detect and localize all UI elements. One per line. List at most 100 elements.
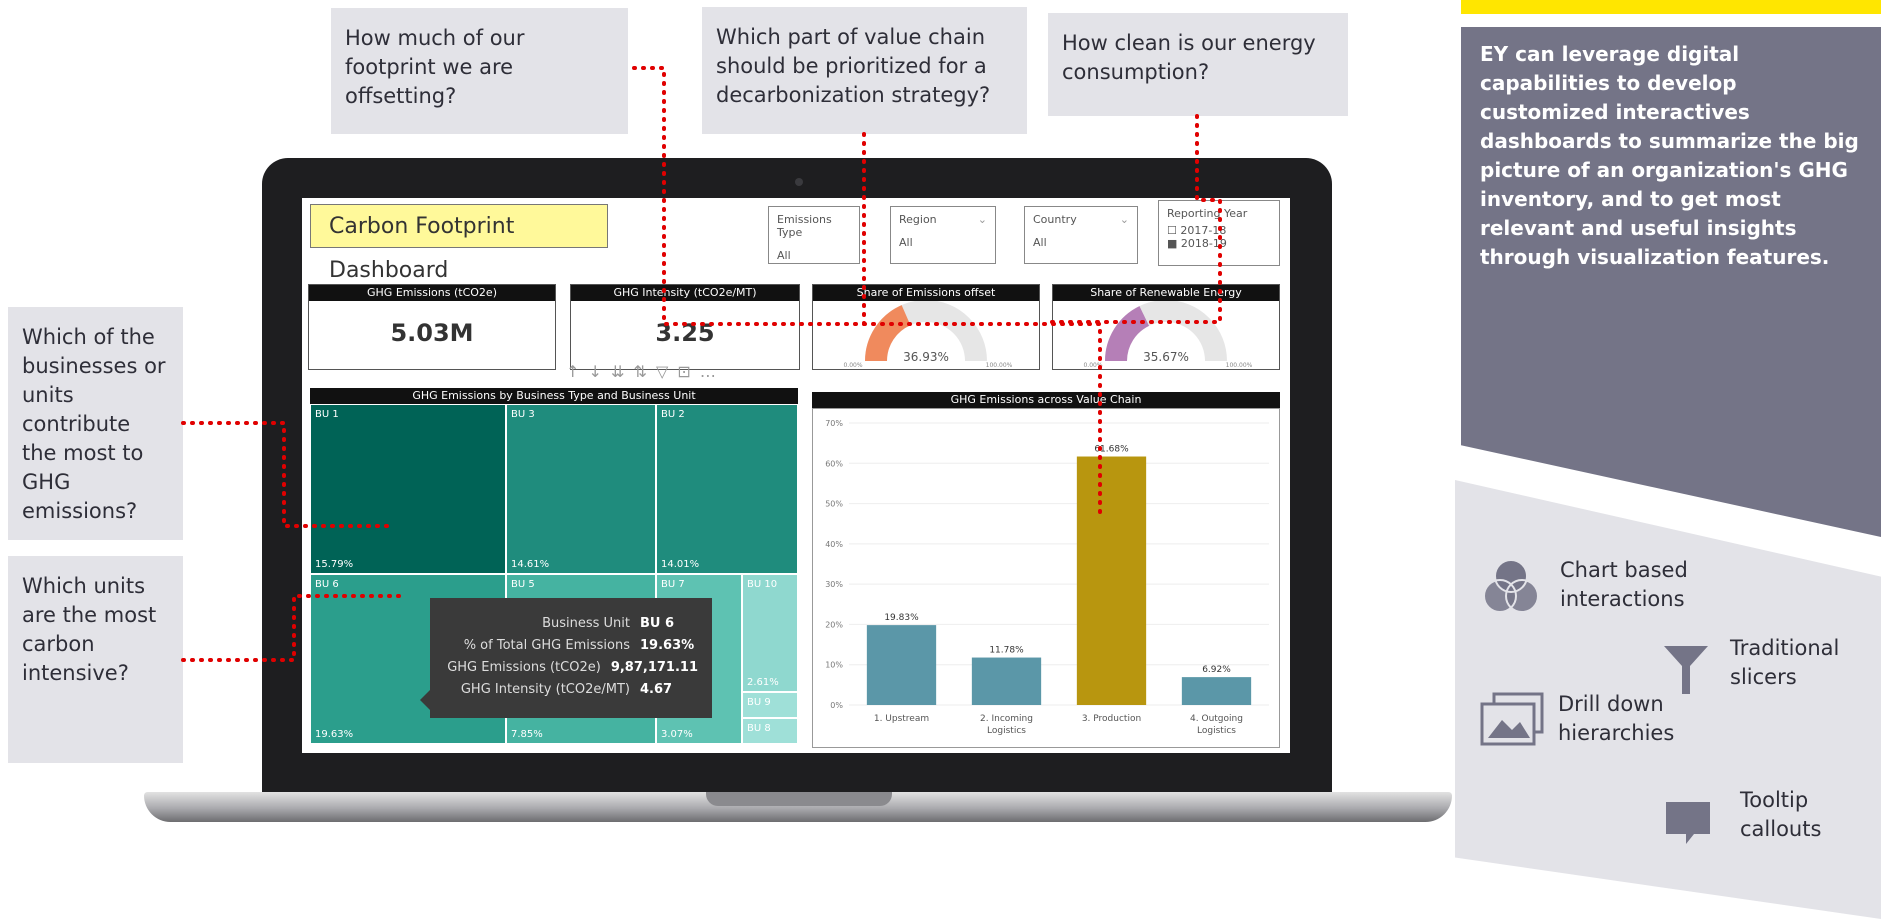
slicer-label: Country bbox=[1033, 213, 1077, 226]
gauge-fill bbox=[865, 305, 911, 362]
treemap-cell-pct: 7.85% bbox=[511, 729, 543, 740]
bar[interactable] bbox=[1181, 677, 1252, 705]
year-option-label: 2018-19 bbox=[1180, 237, 1227, 250]
treemap-cell-pct: 19.63% bbox=[315, 729, 354, 740]
treemap-cell[interactable]: BU 2 14.01% bbox=[656, 404, 798, 574]
y-tick-label: 30% bbox=[825, 580, 843, 589]
dashboard-title: Carbon Footprint Dashboard bbox=[310, 204, 608, 283]
kpi-renewable-share: Share of Renewable Energy 35.67% 0.00% 1… bbox=[1052, 284, 1280, 370]
slicer-label: Emissions Type bbox=[777, 213, 832, 239]
brand-yellow-bar bbox=[1461, 0, 1881, 14]
question-businesses: Which of the businesses or units contrib… bbox=[8, 307, 183, 540]
year-option-label: 2017-18 bbox=[1180, 224, 1227, 237]
slicer-region[interactable]: Region All ⌄ bbox=[890, 206, 996, 264]
bar[interactable] bbox=[866, 625, 937, 705]
feature-traditional-slicers: Traditional slicers bbox=[1730, 636, 1840, 689]
kpi-ghg-intensity: GHG Intensity (tCO2e/MT) 3.25 bbox=[570, 284, 800, 370]
venn-icon bbox=[1483, 559, 1539, 613]
x-tick-label: 4. Outgoing bbox=[1190, 714, 1243, 724]
gauge-value: 36.93% bbox=[903, 350, 949, 364]
treemap-cell-name: BU 3 bbox=[511, 409, 535, 420]
image-stack-icon bbox=[1480, 692, 1544, 746]
tooltip-value: 4.67 bbox=[640, 682, 673, 697]
treemap-cell-pct: 14.61% bbox=[511, 559, 550, 570]
gauge-min: 0.00% bbox=[843, 362, 862, 369]
kpi-label: GHG Intensity (tCO2e/MT) bbox=[571, 285, 799, 301]
visual-toolbar[interactable]: ↑ ↓ ⇊ ⇅ ▽ ⊡ … bbox=[566, 362, 806, 381]
y-tick-label: 10% bbox=[825, 661, 843, 670]
gauge-fill bbox=[1105, 306, 1150, 362]
checkbox-filled-icon[interactable]: ■ bbox=[1167, 237, 1177, 250]
x-tick-label: Logistics bbox=[987, 726, 1026, 736]
feature-tooltip-callouts: Tooltip callouts bbox=[1740, 788, 1822, 841]
tooltip-row: Business Unit BU 6 bbox=[430, 616, 698, 638]
tooltip-key: Business Unit bbox=[542, 616, 630, 631]
treemap-cell[interactable]: BU 8 bbox=[742, 718, 798, 744]
tooltip-key: GHG Intensity (tCO2e/MT) bbox=[460, 682, 630, 697]
treemap-title: GHG Emissions by Business Type and Busin… bbox=[310, 388, 798, 404]
kpi-label: GHG Emissions (tCO2e) bbox=[309, 285, 555, 301]
kpi-value: 5.03M bbox=[390, 319, 474, 347]
tooltip-row: GHG Emissions (tCO2e) 9,87,171.11 bbox=[430, 660, 698, 682]
x-tick-label: 2. Incoming bbox=[980, 714, 1033, 724]
treemap-cell-pct: 2.61% bbox=[747, 677, 779, 688]
question-value-chain: Which part of value chain should be prio… bbox=[702, 7, 1027, 134]
question-carbon-intensive: Which units are the most carbon intensiv… bbox=[8, 556, 183, 763]
tooltip-row: % of Total GHG Emissions 19.63% bbox=[430, 638, 698, 660]
treemap-cell-name: BU 1 bbox=[315, 409, 339, 420]
bar-data-label: 61.68% bbox=[1094, 445, 1129, 455]
chevron-down-icon[interactable]: ⌄ bbox=[1120, 213, 1129, 226]
kpi-ghg-emissions: GHG Emissions (tCO2e) 5.03M bbox=[308, 284, 556, 370]
treemap-cell[interactable]: BU 1 15.79% bbox=[310, 404, 506, 574]
kpi-offset-share: Share of Emissions offset 36.93% 0.00% 1… bbox=[812, 284, 1040, 370]
x-tick-label: 3. Production bbox=[1082, 714, 1141, 724]
renewable-gauge: 35.67% 0.00% 100.00% bbox=[1083, 301, 1253, 369]
treemap-cell-name: BU 2 bbox=[661, 409, 685, 420]
slicer-reporting-year[interactable]: Reporting Year ☐ 2017-18 ■ 2018-19 bbox=[1158, 200, 1280, 266]
y-tick-label: 70% bbox=[825, 419, 843, 428]
year-option[interactable]: ■ 2018-19 bbox=[1167, 237, 1271, 250]
y-tick-label: 40% bbox=[825, 540, 843, 549]
slicer-country[interactable]: Country All ⌄ bbox=[1024, 206, 1138, 264]
treemap-cell-pct: 15.79% bbox=[315, 559, 354, 570]
feature-chart-interactions: Chart based interactions bbox=[1560, 558, 1688, 611]
slicer-label: Reporting Year bbox=[1167, 207, 1248, 220]
y-tick-label: 50% bbox=[825, 500, 843, 509]
slicer-value: All bbox=[777, 249, 791, 262]
treemap-cell-name: BU 9 bbox=[747, 697, 771, 708]
treemap-cell[interactable]: BU 9 bbox=[742, 692, 798, 718]
treemap-cell[interactable]: BU 3 14.61% bbox=[506, 404, 656, 574]
treemap-cell-name: BU 8 bbox=[747, 723, 771, 734]
treemap-cell[interactable]: BU 10 2.61% bbox=[742, 574, 798, 692]
treemap-cell-name: BU 7 bbox=[661, 579, 685, 590]
treemap-cell-pct: 14.01% bbox=[661, 559, 700, 570]
kpi-value: 3.25 bbox=[655, 319, 715, 347]
treemap-cell-name: BU 10 bbox=[747, 579, 778, 590]
tooltip-key: % of Total GHG Emissions bbox=[463, 638, 630, 653]
x-tick-label: Logistics bbox=[1197, 726, 1236, 736]
slicer-label: Region bbox=[899, 213, 937, 226]
tooltip-row: GHG Intensity (tCO2e/MT) 4.67 bbox=[430, 682, 698, 704]
treemap-cell-name: BU 5 bbox=[511, 579, 535, 590]
gauge-max: 100.00% bbox=[1226, 362, 1253, 369]
bar[interactable] bbox=[971, 657, 1042, 705]
bar[interactable] bbox=[1076, 456, 1147, 705]
slicer-value: All bbox=[899, 236, 913, 249]
treemap-cell-pct: 3.07% bbox=[661, 729, 693, 740]
year-option[interactable]: ☐ 2017-18 bbox=[1167, 224, 1271, 237]
tooltip-callout: Business Unit BU 6 % of Total GHG Emissio… bbox=[430, 598, 712, 718]
treemap-cell-name: BU 6 bbox=[315, 579, 339, 590]
kpi-label: Share of Renewable Energy bbox=[1053, 285, 1279, 301]
dashboard-screen: Carbon Footprint Dashboard Emissions Typ… bbox=[302, 198, 1290, 753]
bar-data-label: 11.78% bbox=[989, 646, 1024, 656]
x-tick-label: 1. Upstream bbox=[874, 714, 929, 724]
offset-gauge: 36.93% 0.00% 100.00% bbox=[843, 301, 1013, 369]
checkbox-empty-icon[interactable]: ☐ bbox=[1167, 224, 1177, 237]
y-tick-label: 20% bbox=[825, 620, 843, 629]
funnel-icon bbox=[1664, 646, 1708, 694]
slicer-emissions-type[interactable]: Emissions Type All bbox=[768, 206, 860, 264]
bar-data-label: 6.92% bbox=[1202, 665, 1231, 675]
info-description: EY can leverage digital capabilities to … bbox=[1480, 42, 1859, 269]
chevron-down-icon[interactable]: ⌄ bbox=[978, 213, 987, 226]
tooltip-key: GHG Emissions (tCO2e) bbox=[447, 660, 601, 675]
